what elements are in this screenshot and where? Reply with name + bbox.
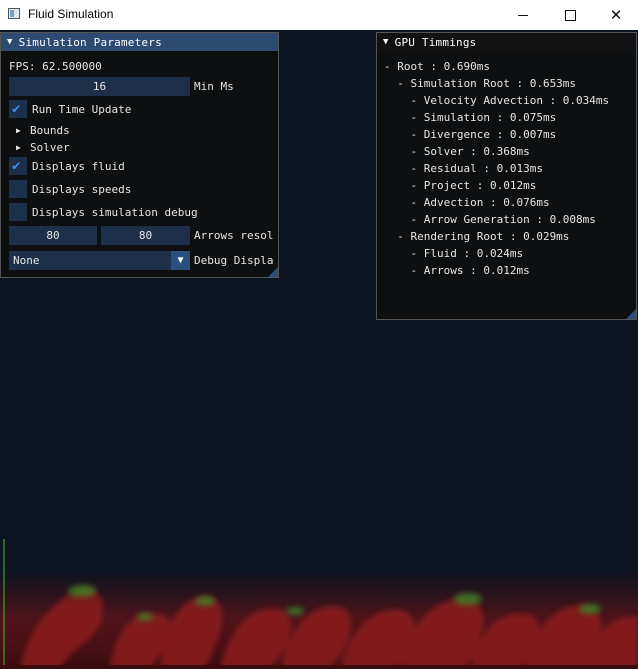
arrows-resolution-x-input[interactable]: 80 xyxy=(9,226,97,245)
app-icon xyxy=(8,8,20,19)
floor-boundary xyxy=(0,665,638,669)
simulation-parameters-title: Simulation Parameters xyxy=(18,35,162,49)
arrows-resolution-y-input[interactable]: 80 xyxy=(101,226,190,245)
timing-line: - Divergence : 0.007ms xyxy=(384,128,557,141)
timing-line: - Residual : 0.013ms xyxy=(384,162,543,175)
timing-line: - Simulation Root : 0.653ms xyxy=(384,77,577,90)
timing-line: - Solver : 0.368ms xyxy=(384,145,530,158)
gpu-timmings-window[interactable]: ▼ GPU Timmings - Root : 0.690ms - Simula… xyxy=(376,32,637,320)
run-time-update-checkbox[interactable] xyxy=(9,100,27,118)
solver-tree-node[interactable]: Solver xyxy=(30,141,70,154)
displays-fluid-label: Displays fluid xyxy=(32,160,125,173)
window-title: Fluid Simulation xyxy=(28,7,114,21)
collapse-arrow-icon[interactable]: ▼ xyxy=(7,37,13,47)
fluid-render xyxy=(0,539,638,669)
simulation-parameters-window[interactable]: ▼ Simulation Parameters FPS: 62.500000 1… xyxy=(0,32,279,278)
timing-line: - Project : 0.012ms xyxy=(384,179,537,192)
maximize-button[interactable] xyxy=(547,0,593,30)
close-icon: ✕ xyxy=(609,7,623,24)
arrows-resolution-label: Arrows resol xyxy=(194,229,274,242)
timing-line: - Fluid : 0.024ms xyxy=(384,247,524,260)
timing-line: - Simulation : 0.075ms xyxy=(384,111,557,124)
bounds-expand-icon[interactable]: ▶ xyxy=(16,126,21,135)
chevron-down-icon[interactable]: ▼ xyxy=(171,251,190,270)
minimize-button[interactable] xyxy=(500,0,546,30)
debug-display-combo[interactable]: None ▼ xyxy=(9,251,190,270)
timing-line: - Arrow Generation : 0.008ms xyxy=(384,213,596,226)
displays-simulation-debug-label: Displays simulation debug xyxy=(32,206,198,219)
timing-line: - Arrows : 0.012ms xyxy=(384,264,530,277)
render-viewport[interactable]: ▼ Simulation Parameters FPS: 62.500000 1… xyxy=(0,30,638,669)
gpu-timmings-header[interactable]: ▼ GPU Timmings xyxy=(377,33,636,51)
fps-readout: FPS: 62.500000 xyxy=(9,60,102,73)
gpu-timmings-title: GPU Timmings xyxy=(394,35,477,49)
resize-grip-icon[interactable] xyxy=(626,309,636,319)
displays-speeds-checkbox[interactable] xyxy=(9,180,27,198)
collapse-arrow-icon[interactable]: ▼ xyxy=(383,37,389,47)
debug-display-value: None xyxy=(13,254,40,267)
simulation-parameters-header[interactable]: ▼ Simulation Parameters xyxy=(1,33,278,51)
timing-line: - Velocity Advection : 0.034ms xyxy=(384,94,610,107)
resize-grip-icon[interactable] xyxy=(268,267,278,277)
min-ms-slider[interactable]: 16 xyxy=(9,77,190,96)
displays-fluid-checkbox[interactable] xyxy=(9,157,27,175)
displays-speeds-label: Displays speeds xyxy=(32,183,132,196)
timing-line: - Advection : 0.076ms xyxy=(384,196,550,209)
minimize-icon xyxy=(518,14,528,16)
window-titlebar: Fluid Simulation ✕ xyxy=(0,0,638,30)
debug-display-label: Debug Displa xyxy=(194,254,274,267)
min-ms-label: Min Ms xyxy=(194,80,234,93)
maximize-icon xyxy=(564,9,576,21)
timing-line: - Rendering Root : 0.029ms xyxy=(384,230,570,243)
close-button[interactable]: ✕ xyxy=(593,0,638,30)
bounds-tree-node[interactable]: Bounds xyxy=(30,124,70,137)
run-time-update-label: Run Time Update xyxy=(32,103,132,116)
solver-expand-icon[interactable]: ▶ xyxy=(16,143,21,152)
timing-line: - Root : 0.690ms xyxy=(384,60,490,73)
displays-simulation-debug-checkbox[interactable] xyxy=(9,203,27,221)
